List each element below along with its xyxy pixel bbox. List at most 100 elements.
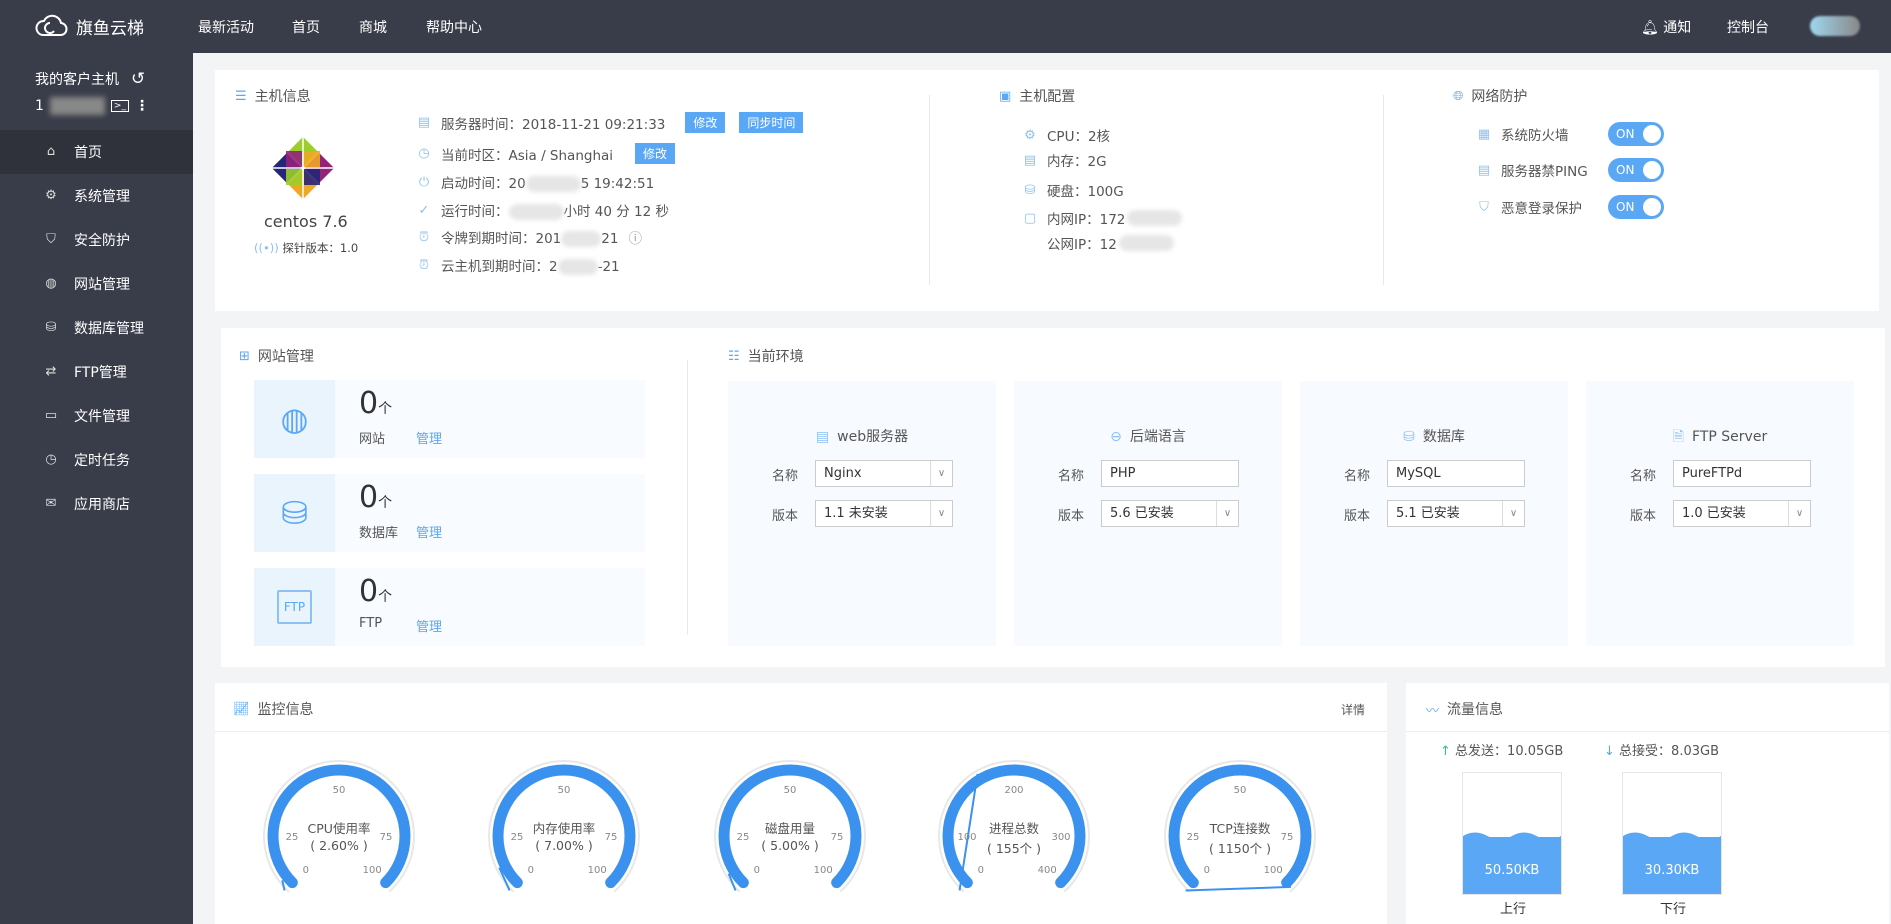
chevron-down-icon: ∨ <box>1788 501 1810 526</box>
notify-button[interactable]: 🔔︎ 通知 <box>1641 17 1691 37</box>
traffic-title: 〰流量信息 <box>1426 699 1503 719</box>
folder-icon: ▭ <box>44 408 58 423</box>
sidebar-item-0[interactable]: ⌂ 首页 <box>0 130 193 174</box>
gauge-label: CPU使用率 <box>307 821 371 836</box>
gauge-tick-label: 100 <box>363 865 382 876</box>
sidebar-item-7[interactable]: ◷ 定时任务 <box>0 438 193 482</box>
version-select[interactable]: 1.0 已安装 ∨ <box>1673 500 1811 527</box>
lan-ip-row: ▢ 内网IP：172 <box>1023 208 1183 228</box>
more-icon[interactable]: ⋮ <box>135 98 149 114</box>
sidebar-item-3[interactable]: ◍ 网站管理 <box>0 262 193 306</box>
brand-logo[interactable]: 旗鱼云梯 <box>34 9 144 43</box>
sidebar-item-5[interactable]: ⇄ FTP管理 <box>0 350 193 394</box>
manage-link[interactable]: 管理 <box>416 428 442 447</box>
sidebar-item-label: 网站管理 <box>74 277 130 293</box>
firewall-icon: ▦ <box>1477 126 1491 142</box>
stat-name: 数据库 <box>359 526 399 541</box>
gauge-tick-label: 100 <box>1264 865 1283 876</box>
bell-icon: 🔔︎ <box>1641 20 1659 36</box>
firewall-toggle[interactable]: ON <box>1608 122 1664 146</box>
gauge-tick-label: 400 <box>1038 865 1057 876</box>
nav-store[interactable]: 商城 <box>359 17 387 37</box>
gauge-value: ( 2.60% ) <box>310 838 368 853</box>
gauge-tick-label: 100 <box>814 865 833 876</box>
cloud-logo-icon <box>35 14 68 36</box>
env-panel-0: ▤ web服务器 名称 Nginx ∨ 版本 1.1 未安装 ∨ <box>728 381 996 646</box>
version-label: 版本 <box>1630 509 1657 524</box>
globe-icon: ◍ <box>254 380 335 458</box>
sidebar-item-2[interactable]: ⛉ 安全防护 <box>0 218 193 262</box>
info-icon[interactable]: ⓘ <box>628 227 642 247</box>
manage-link[interactable]: 管理 <box>416 522 442 541</box>
gauge-tick-label: 50 <box>1234 785 1247 796</box>
stat-count: 0个 <box>359 574 393 609</box>
chevron-down-icon: ∨ <box>1216 501 1238 526</box>
gauge-0: 0 25 50 75 100 CPU使用率 ( 2.60% ) <box>249 750 429 900</box>
clock-icon: ◷ <box>45 452 57 467</box>
pulse-icon: 〰 <box>1426 703 1440 719</box>
total-sent: ↑ 总发送：10.05GB <box>1440 744 1564 759</box>
sliders-icon: ☷ <box>728 348 740 364</box>
server-icon: ▤ <box>1477 162 1491 178</box>
modify-timezone-button[interactable]: 修改 <box>635 143 676 164</box>
sidebar-item-4[interactable]: ⛁ 数据库管理 <box>0 306 193 350</box>
back-icon[interactable]: ↺ <box>131 69 145 89</box>
version-select[interactable]: 1.1 未安装 ∨ <box>815 500 953 527</box>
name-input[interactable]: PHP <box>1101 460 1239 487</box>
gear-icon: ⚙ <box>45 188 57 203</box>
terminal-icon[interactable]: >_ <box>110 100 129 112</box>
version-label: 版本 <box>1344 509 1371 524</box>
ftp-folder-icon: FTP <box>254 568 335 646</box>
gauge-tick-label: 0 <box>1204 865 1210 876</box>
ping-toggle[interactable]: ON <box>1608 158 1664 182</box>
env-icon: ⊖ <box>1110 429 1122 445</box>
login-protect-toggle[interactable]: ON <box>1608 195 1664 219</box>
gauge-value-indicator <box>1185 885 1291 892</box>
user-avatar[interactable] <box>1810 16 1860 36</box>
manage-link[interactable]: 管理 <box>416 616 442 635</box>
modify-time-button[interactable]: 修改 <box>685 112 726 133</box>
version-select[interactable]: 5.6 已安装 ∨ <box>1101 500 1239 527</box>
host-title: 我的客户主机 <box>35 72 119 88</box>
console-link[interactable]: 控制台 <box>1727 17 1769 37</box>
memory-row: ▤ 内存：2G <box>1023 152 1107 171</box>
sync-time-button[interactable]: 同步时间 <box>739 112 804 133</box>
grid-icon: ⊞ <box>239 348 250 364</box>
detail-link[interactable]: 详情 <box>1341 701 1365 718</box>
name-input[interactable]: PureFTPd <box>1673 460 1811 487</box>
upload-label: 上行 <box>1500 902 1527 917</box>
monitor-title: 📈︎ 监控信息 <box>233 701 314 719</box>
gauge-tick-label: 50 <box>333 785 346 796</box>
gauge-tick-label: 0 <box>303 865 309 876</box>
gauge-tick-label: 50 <box>558 785 571 796</box>
os-name: centos 7.6 <box>264 212 348 231</box>
config-icon: ▣ <box>999 88 1012 104</box>
host-ip: 1 <box>35 98 44 114</box>
stat-name: 网站 <box>359 432 386 447</box>
env-panel-3: 🗎︎ FTP Server 名称 PureFTPd 版本 1.0 已安装 ∨ <box>1586 381 1854 646</box>
env-panel-title: 数据库 <box>1422 429 1465 445</box>
store-icon: ✉ <box>45 496 57 511</box>
stat-name: FTP <box>359 616 383 631</box>
nav-help[interactable]: 帮助中心 <box>426 17 482 37</box>
chart-icon: 📈︎ <box>233 701 250 717</box>
gauge-tick-label: 0 <box>528 865 534 876</box>
name-select[interactable]: Nginx ∨ <box>815 460 953 487</box>
sidebar-item-6[interactable]: ▭ 文件管理 <box>0 394 193 438</box>
download-value: 30.30KB <box>1644 863 1700 878</box>
boot-time-row: ⏻ 启动时间：20 5 19:42:51 <box>418 174 655 192</box>
firewall-row: ▦ 系统防火墙 <box>1477 126 1569 145</box>
nav-home[interactable]: 首页 <box>292 17 320 37</box>
sidebar-item-1[interactable]: ⚙ 系统管理 <box>0 174 193 218</box>
brand-name: 旗鱼云梯 <box>76 18 144 39</box>
stat-2: FTP 0个 FTP 管理 <box>254 568 645 646</box>
timezone-row: ◷ 当前时区：Asia / Shanghai 修改 <box>417 143 676 164</box>
shield-icon: ⛉ <box>46 232 56 247</box>
sidebar-item-8[interactable]: ✉ 应用商店 <box>0 482 193 526</box>
version-select[interactable]: 5.1 已安装 ∨ <box>1387 500 1525 527</box>
name-input[interactable]: MySQL <box>1387 460 1525 487</box>
download-tank: 30.30KB <box>1622 772 1722 895</box>
divider <box>929 95 930 285</box>
host-ip-blurred <box>49 97 105 115</box>
nav-latest[interactable]: 最新活动 <box>198 17 254 37</box>
